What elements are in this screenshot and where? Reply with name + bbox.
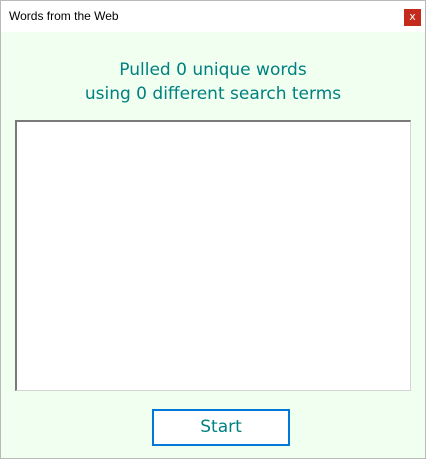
status-label: Pulled 0 unique words using 0 different … [1,58,425,106]
start-button[interactable]: Start [152,409,290,446]
window-title: Words from the Web [9,9,119,23]
close-icon: x [409,10,416,23]
status-line-terms: using 0 different search terms [84,84,342,104]
title-bar[interactable]: Words from the Web x [1,1,425,32]
app-window: Words from the Web x Pulled 0 unique wor… [0,0,426,459]
status-line-words: Pulled 0 unique words [119,60,307,80]
word-list-box[interactable] [15,120,411,391]
close-button[interactable]: x [404,9,421,26]
